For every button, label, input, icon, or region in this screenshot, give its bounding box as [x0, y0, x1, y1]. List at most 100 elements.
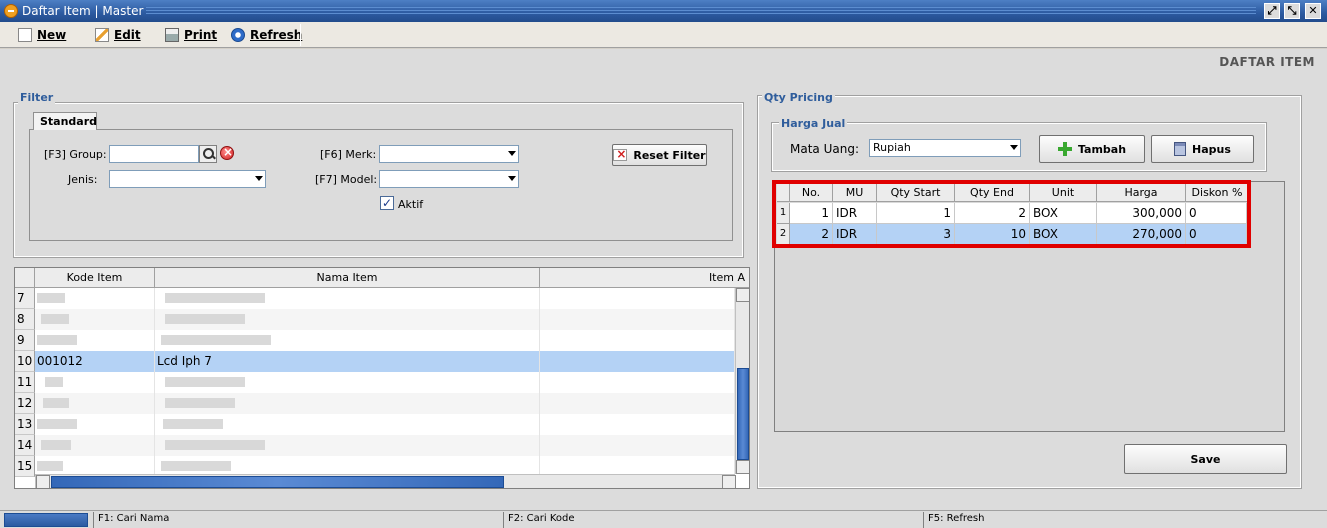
qty-pricing-grid[interactable]: No. MU Qty Start Qty End Unit Harga Disk… — [774, 181, 1285, 432]
refresh-button[interactable]: Refresh — [231, 25, 302, 45]
cell-item-a[interactable] — [540, 309, 735, 330]
mata-uang-dropdown[interactable]: Rupiah — [869, 139, 1021, 157]
redacted-text — [37, 335, 77, 345]
cell-no[interactable]: 2 — [790, 224, 833, 245]
tab-standard[interactable]: Standard — [33, 112, 97, 130]
cell-qty-start[interactable]: 3 — [877, 224, 955, 245]
save-button[interactable]: Save — [1124, 444, 1287, 474]
redacted-text — [41, 314, 69, 324]
cell-harga[interactable]: 300,000 — [1097, 203, 1186, 224]
cell-unit[interactable]: BOX — [1030, 224, 1097, 245]
chevron-down-icon — [508, 151, 516, 156]
cell-nama-item[interactable]: Lcd Iph 7 — [155, 351, 540, 372]
redacted-text — [37, 461, 63, 471]
horizontal-scrollbar[interactable] — [35, 474, 736, 488]
print-button-label: Print — [184, 28, 218, 42]
column-header-item-a[interactable]: Item A — [540, 268, 749, 288]
column-header-qty-start[interactable]: Qty Start — [877, 184, 955, 202]
print-button[interactable]: Print — [165, 25, 217, 45]
column-header-unit[interactable]: Unit — [1030, 184, 1097, 202]
table-row[interactable]: 9 — [15, 330, 735, 351]
table-row[interactable]: 14 — [15, 435, 735, 456]
harga-jual-legend: Harga Jual — [779, 117, 848, 130]
status-f2: F2: Cari Kode — [503, 512, 923, 528]
scroll-down-icon[interactable] — [736, 460, 749, 474]
item-grid[interactable]: Kode Item Nama Item Item A 7 8 9 10 001012 Lc… — [14, 267, 750, 489]
cell-item-a[interactable] — [540, 435, 735, 456]
redacted-text — [161, 461, 231, 471]
cell-harga[interactable]: 270,000 — [1097, 224, 1186, 245]
cell-item-a[interactable] — [540, 372, 735, 393]
jenis-dropdown[interactable] — [109, 170, 266, 188]
table-row[interactable]: 8 — [15, 309, 735, 330]
jenis-label: Jenis: — [68, 173, 98, 186]
row-number: 9 — [15, 330, 35, 351]
cell-item-a[interactable] — [540, 351, 735, 372]
scroll-up-icon[interactable] — [736, 288, 749, 302]
app-icon — [4, 4, 18, 18]
new-button-label: New — [37, 28, 67, 42]
close-icon[interactable]: ✕ — [1305, 3, 1321, 19]
cell-diskon[interactable]: 0 — [1186, 203, 1247, 224]
scroll-right-icon[interactable] — [722, 475, 736, 488]
search-icon[interactable] — [199, 145, 217, 163]
row-number: 2 — [777, 224, 790, 245]
table-row[interactable]: 13 — [15, 414, 735, 435]
restore-icon[interactable]: ⤢ — [1264, 3, 1280, 19]
save-label: Save — [1190, 452, 1221, 466]
cell-kode-item[interactable]: 001012 — [35, 351, 155, 372]
cell-item-a[interactable] — [540, 393, 735, 414]
row-number: 1 — [777, 203, 790, 224]
redacted-text — [37, 419, 77, 429]
tambah-button[interactable]: Tambah — [1039, 135, 1145, 163]
column-header-no[interactable]: No. — [790, 184, 833, 202]
column-header-qty-end[interactable]: Qty End — [955, 184, 1030, 202]
cell-no[interactable]: 1 — [790, 203, 833, 224]
aktif-checkbox[interactable]: ✓ — [380, 196, 394, 210]
clear-icon[interactable] — [220, 145, 234, 160]
table-row[interactable]: 12 — [15, 393, 735, 414]
horizontal-scroll-thumb[interactable] — [51, 476, 504, 488]
hapus-button[interactable]: Hapus — [1151, 135, 1254, 163]
group-label: [F3] Group: — [44, 148, 107, 161]
maximize-icon[interactable]: ⤡ — [1284, 3, 1300, 19]
column-header-harga[interactable]: Harga — [1097, 184, 1186, 202]
column-header-kode-item[interactable]: Kode Item — [35, 268, 155, 288]
column-header-mu[interactable]: MU — [833, 184, 877, 202]
plus-icon — [1057, 142, 1072, 156]
cell-unit[interactable]: BOX — [1030, 203, 1097, 224]
cell-item-a[interactable] — [540, 330, 735, 351]
table-row[interactable]: 11 — [15, 372, 735, 393]
redacted-text — [163, 419, 223, 429]
vertical-scrollbar[interactable] — [735, 288, 749, 474]
price-row[interactable]: 1 1 IDR 1 2 BOX 300,000 0 — [777, 203, 1249, 224]
chevron-down-icon — [1010, 145, 1018, 150]
edit-button[interactable]: Edit — [95, 25, 141, 45]
scroll-left-icon[interactable] — [36, 475, 50, 488]
group-input[interactable] — [109, 145, 199, 163]
cell-mu[interactable]: IDR — [833, 224, 877, 245]
scroll-thumb[interactable] — [737, 368, 749, 460]
merk-dropdown[interactable] — [379, 145, 519, 163]
column-header-nama-item[interactable]: Nama Item — [155, 268, 540, 288]
pencil-icon — [95, 28, 109, 42]
table-row[interactable]: 7 — [15, 288, 735, 309]
table-row[interactable]: 10 001012 Lcd Iph 7 — [15, 351, 735, 372]
cell-qty-end[interactable]: 2 — [955, 203, 1030, 224]
cell-diskon[interactable]: 0 — [1186, 224, 1247, 245]
column-header-diskon[interactable]: Diskon % — [1186, 184, 1249, 202]
cell-item-a[interactable] — [540, 414, 735, 435]
reset-filter-button[interactable]: Reset Filter — [612, 144, 707, 166]
cell-item-a[interactable] — [540, 288, 735, 309]
cell-qty-start[interactable]: 1 — [877, 203, 955, 224]
cell-qty-end[interactable]: 10 — [955, 224, 1030, 245]
toolbar: New Edit Print Refresh — [0, 22, 1327, 48]
qty-pricing-legend: Qty Pricing — [762, 91, 835, 104]
redacted-text — [41, 440, 71, 450]
new-button[interactable]: New — [18, 25, 66, 45]
price-row[interactable]: 2 2 IDR 3 10 BOX 270,000 0 — [777, 224, 1249, 245]
title-bar[interactable]: Daftar Item | Master ⤢ ⤡ ✕ — [0, 0, 1327, 22]
model-dropdown[interactable] — [379, 170, 519, 188]
cell-mu[interactable]: IDR — [833, 203, 877, 224]
redacted-text — [165, 440, 265, 450]
